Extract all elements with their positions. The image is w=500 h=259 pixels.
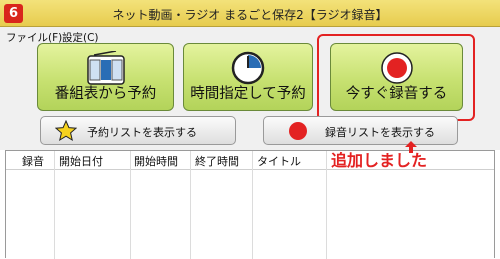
time-reserve-button[interactable]: 時間指定して予約 xyxy=(183,43,313,111)
column-start-time[interactable]: 開始時間 xyxy=(134,153,178,169)
title-bar: 6 ネット動画・ラジオ まるごと保存2【ラジオ録音】 xyxy=(0,0,500,27)
column-recording[interactable]: 録音 xyxy=(22,153,44,169)
column-divider xyxy=(326,151,327,259)
clock-icon xyxy=(231,51,265,85)
column-end-time[interactable]: 終了時間 xyxy=(195,153,239,169)
program-guide-label: 番組表から予約 xyxy=(54,86,157,102)
column-title[interactable]: タイトル xyxy=(257,153,301,169)
show-recordings-button[interactable]: 録音リストを表示する xyxy=(263,116,458,145)
red-circle-icon xyxy=(289,122,307,140)
window-title: ネット動画・ラジオ まるごと保存2【ラジオ録音】 xyxy=(112,8,388,22)
show-reservations-label: 予約リストを表示する xyxy=(87,126,197,139)
star-icon xyxy=(55,120,77,142)
column-divider xyxy=(190,151,191,259)
program-guide-button[interactable]: 番組表から予約 xyxy=(37,43,174,111)
column-start-date[interactable]: 開始日付 xyxy=(59,153,103,169)
column-divider xyxy=(130,151,131,259)
show-recordings-label: 録音リストを表示する xyxy=(325,126,435,139)
annotation-text: 追加しました xyxy=(331,151,428,170)
column-divider xyxy=(252,151,253,259)
highlight-frame xyxy=(317,34,475,121)
column-divider xyxy=(54,151,55,259)
radio-icon xyxy=(86,51,125,85)
time-reserve-label: 時間指定して予約 xyxy=(190,86,306,102)
show-reservations-button[interactable]: 予約リストを表示する xyxy=(40,116,236,145)
